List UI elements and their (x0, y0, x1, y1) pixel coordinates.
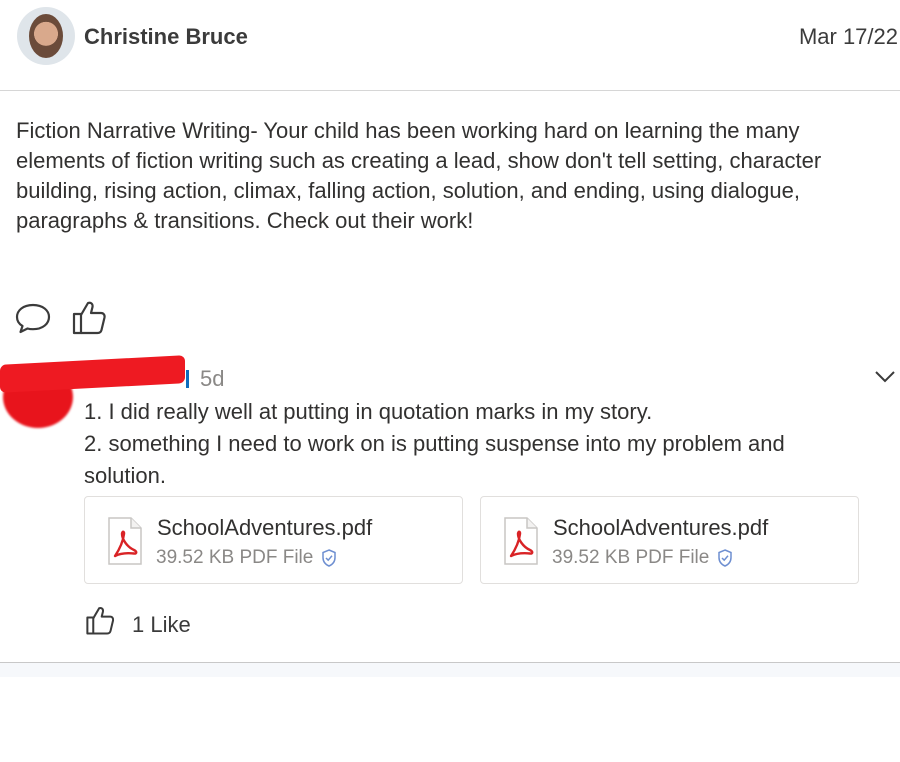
post-date: Mar 17/22 (798, 24, 898, 49)
attachment-size: 39.52 KB (552, 547, 631, 568)
shield-check-icon (718, 549, 732, 567)
post-body: Fiction Narrative Writing- Your child ha… (16, 118, 822, 233)
attachment-card[interactable]: SchoolAdventures.pdf 39.52 KB PDF File (480, 496, 859, 584)
comment-line: 1. I did really well at putting in quota… (84, 399, 653, 424)
attachment-type: PDF File (239, 547, 314, 568)
comment-time: 5d (200, 366, 225, 391)
header-divider (0, 90, 900, 91)
pdf-file-icon (504, 517, 538, 565)
author-name[interactable]: Christine Bruce (84, 24, 248, 50)
comment-icon[interactable] (14, 302, 52, 339)
commenter-name-fragment (186, 370, 189, 388)
attachment-meta: 39.52 KB PDF File (156, 547, 313, 569)
attachment-card[interactable]: SchoolAdventures.pdf 39.52 KB PDF File (84, 496, 463, 584)
chevron-down-icon[interactable] (875, 370, 895, 384)
like-count[interactable]: 1 Like (132, 612, 191, 638)
redacted-commenter-name (0, 355, 185, 393)
shield-check-icon (322, 549, 336, 567)
thumbs-up-icon[interactable] (70, 298, 108, 341)
avatar-photo (29, 14, 63, 58)
post-header: Christine Bruce Mar 17/22 (0, 0, 900, 76)
attachment-name: SchoolAdventures.pdf (157, 515, 373, 540)
attachment-size: 39.52 KB (156, 547, 235, 568)
pdf-file-icon (108, 517, 142, 565)
comment-line: 2. something I need to work on is puttin… (84, 431, 785, 488)
attachment-name: SchoolAdventures.pdf (553, 515, 769, 540)
attachment-type: PDF File (635, 547, 710, 568)
comment-text: 1. I did really well at putting in quota… (84, 396, 864, 492)
thumbs-up-icon[interactable] (84, 604, 116, 641)
comment: 5d 1. I did really well at putting in qu… (0, 355, 900, 658)
footer-strip (0, 663, 900, 677)
author-avatar[interactable] (17, 7, 75, 65)
attachment-meta: 39.52 KB PDF File (552, 547, 709, 569)
